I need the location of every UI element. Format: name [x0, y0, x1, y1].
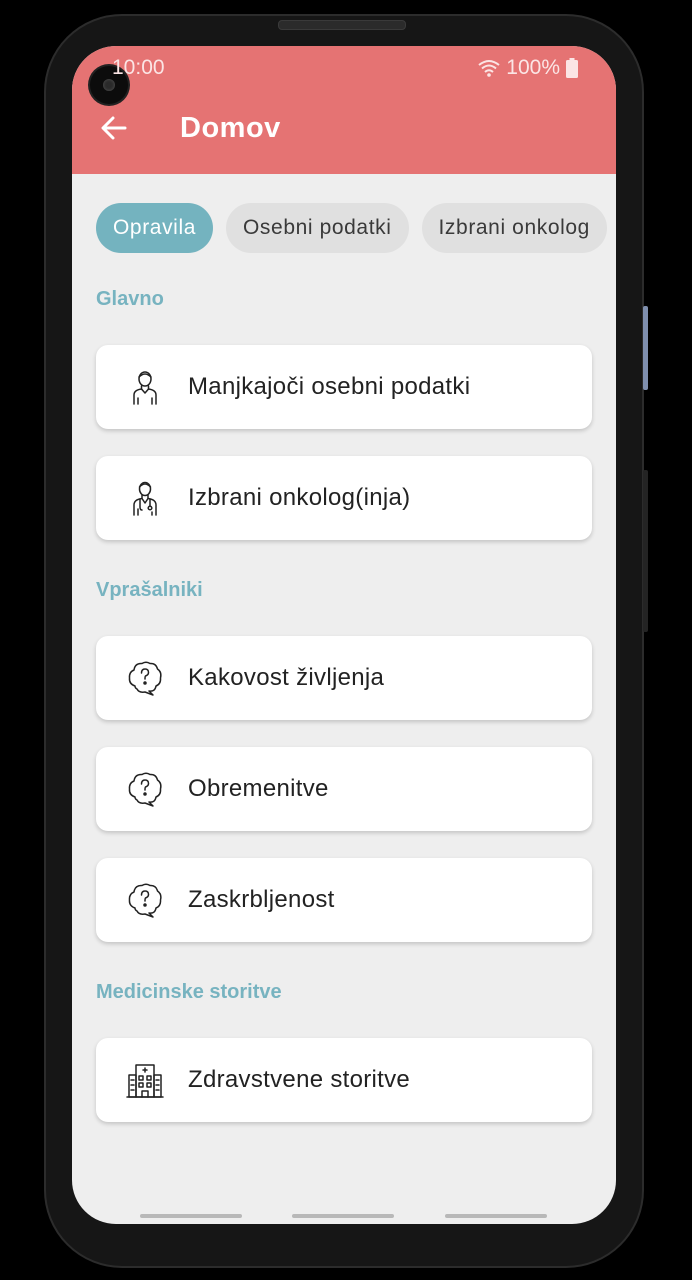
section-title-glavno: Glavno: [96, 288, 164, 310]
nav-indicator: [140, 1214, 242, 1218]
question-bubble-icon: [128, 772, 162, 807]
item-chosen-oncologist[interactable]: Izbrani onkolog(inja): [96, 456, 592, 540]
gesture-bar: [72, 1214, 616, 1218]
item-quality-of-life[interactable]: Kakovost življenja: [96, 636, 592, 720]
item-label: Zaskrbljenost: [188, 886, 335, 913]
status-icons: 100%: [478, 56, 578, 80]
nav-indicator: [445, 1214, 547, 1218]
tab-chips: Opravila Osebni podatki Izbrani onkolog: [96, 203, 607, 253]
screen: 10:00 100% Domov Opravila Osebni podatki…: [72, 46, 616, 1224]
battery-percent: 100%: [506, 56, 560, 79]
item-label: Zdravstvene storitve: [188, 1066, 411, 1093]
battery-icon: [566, 58, 578, 78]
person-icon: [133, 371, 157, 405]
chip-opravila[interactable]: Opravila: [96, 203, 213, 253]
app-bar: 10:00 100% Domov: [72, 46, 616, 174]
section-title-vprasalniki: Vprašalniki: [96, 579, 203, 601]
page-title: Domov: [180, 112, 281, 144]
status-time: 10:00: [112, 56, 165, 79]
item-health-services[interactable]: Zdravstvene storitve: [96, 1038, 592, 1122]
chip-izbrani-onkolog[interactable]: Izbrani onkolog: [421, 203, 607, 253]
hospital-icon: [126, 1064, 164, 1098]
volume-button: [643, 306, 648, 390]
item-label: Kakovost življenja: [188, 664, 385, 691]
doctor-icon: [133, 481, 157, 516]
nav-indicator: [292, 1214, 394, 1218]
item-label: Manjkajoči osebni podatki: [188, 373, 471, 400]
item-label: Obremenitve: [188, 775, 329, 802]
question-bubble-icon: [128, 661, 162, 696]
chip-osebni-podatki[interactable]: Osebni podatki: [226, 203, 409, 253]
wifi-icon: [478, 60, 500, 77]
item-missing-personal-data[interactable]: Manjkajoči osebni podatki: [96, 345, 592, 429]
item-burdens[interactable]: Obremenitve: [96, 747, 592, 831]
power-button: [643, 470, 648, 632]
item-label: Izbrani onkolog(inja): [188, 484, 411, 511]
earpiece-speaker: [278, 20, 406, 30]
section-title-medicinske-storitve: Medicinske storitve: [96, 981, 282, 1003]
question-bubble-icon: [128, 883, 162, 918]
back-arrow-icon[interactable]: [98, 112, 130, 144]
item-anxiety[interactable]: Zaskrbljenost: [96, 858, 592, 942]
